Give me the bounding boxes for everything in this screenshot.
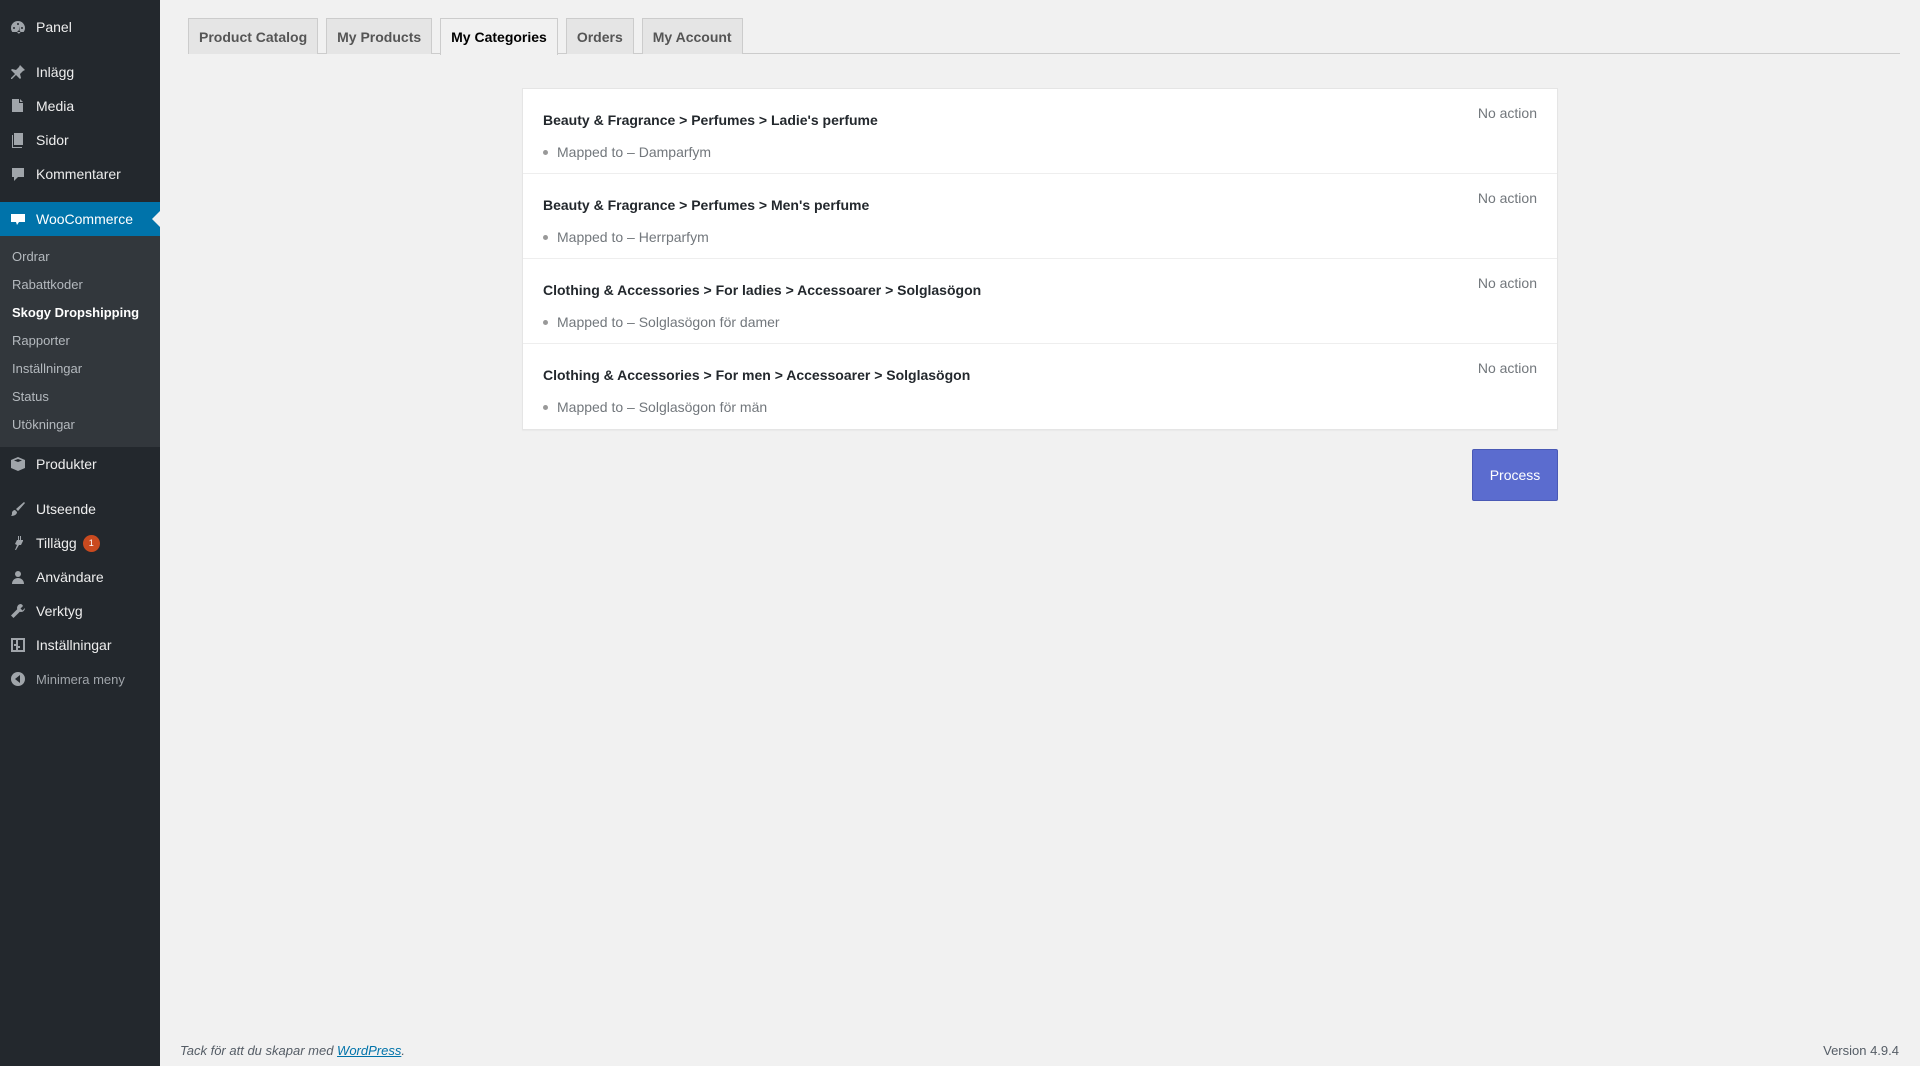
action-status: No action (1477, 275, 1537, 291)
mapped-target-label: Mapped to – Herrparfym (557, 229, 709, 245)
dashboard-icon (10, 19, 26, 35)
tab-product-catalog[interactable]: Product Catalog (188, 18, 319, 54)
submenu-item-orders[interactable]: Ordrar (0, 243, 160, 271)
mapped-target-label: Mapped to – Solglasögon för män (557, 399, 768, 415)
collapse-menu-button[interactable]: Minimera meny (0, 662, 160, 696)
mapped-target: Mapped to – Solglasögon för män (543, 399, 767, 415)
footer-version: Version 4.9.4 (1823, 1043, 1899, 1058)
tab-my-categories[interactable]: My Categories (440, 18, 558, 55)
sidebar-item-panel[interactable]: Panel (0, 10, 160, 44)
sidebar-item-label: Tillägg (36, 535, 77, 551)
mapped-target: Mapped to – Damparfym (543, 144, 711, 160)
sidebar-item-plugins[interactable]: Tillägg 1 (0, 526, 160, 560)
brush-icon (10, 501, 26, 517)
sidebar-item-tools[interactable]: Verktyg (0, 594, 160, 628)
main-content: Product Catalog My Products My Categorie… (160, 0, 1920, 1066)
sidebar-item-settings[interactable]: Inställningar (0, 628, 160, 662)
tab-my-products[interactable]: My Products (326, 18, 433, 54)
submenu-item-skogy-dropshipping[interactable]: Skogy Dropshipping (0, 299, 160, 327)
list-item: Clothing & Accessories > For men > Acces… (523, 344, 1557, 429)
sidebar-item-label: Inlägg (36, 64, 75, 80)
action-status: No action (1477, 105, 1537, 121)
sidebar-item-posts[interactable]: Inlägg (0, 55, 160, 89)
submenu-item-status[interactable]: Status (0, 383, 160, 411)
media-icon (10, 98, 26, 114)
sidebar-item-label: Produkter (36, 456, 97, 472)
sidebar-item-media[interactable]: Media (0, 89, 160, 123)
bullet-icon (543, 319, 548, 325)
sidebar-item-products[interactable]: Produkter (0, 447, 160, 481)
user-icon (10, 569, 26, 585)
category-path: Beauty & Fragrance > Perfumes > Ladie's … (543, 112, 878, 128)
sidebar-item-woocommerce[interactable]: WooCommerce (0, 202, 160, 236)
sidebar-item-appearance[interactable]: Utseende (0, 492, 160, 526)
sidebar-item-label: Media (36, 98, 75, 114)
tab-orders[interactable]: Orders (565, 18, 634, 54)
tab-my-account[interactable]: My Account (641, 18, 743, 54)
footer-thanks-text: Tack för att du skapar med (180, 1043, 338, 1058)
sidebar-item-label: Inställningar (36, 637, 112, 653)
category-path: Clothing & Accessories > For men > Acces… (543, 367, 971, 383)
action-status: No action (1477, 190, 1537, 206)
nav-tabs: Product Catalog My Products My Categorie… (188, 18, 1900, 55)
sidebar-item-label: WooCommerce (36, 211, 133, 227)
woocommerce-submenu: Ordrar Rabattkoder Skogy Dropshipping Ra… (0, 236, 160, 447)
plugin-icon (10, 535, 26, 551)
list-item: Beauty & Fragrance > Perfumes > Men's pe… (523, 174, 1557, 259)
sidebar-item-label: Verktyg (36, 603, 83, 619)
list-item: Clothing & Accessories > For ladies > Ac… (523, 259, 1557, 344)
footer-thanks-suffix: . (401, 1043, 405, 1058)
bullet-icon (543, 149, 548, 155)
sidebar-item-label: Kommentarer (36, 166, 121, 182)
category-mapping-list: Beauty & Fragrance > Perfumes > Ladie's … (522, 88, 1558, 430)
category-path: Beauty & Fragrance > Perfumes > Men's pe… (543, 197, 870, 213)
mapped-target-label: Mapped to – Damparfym (557, 144, 712, 160)
collapse-arrow-icon (10, 671, 26, 687)
bullet-icon (543, 234, 548, 240)
woo-icon (10, 211, 26, 227)
sidebar-item-label: Panel (36, 19, 72, 35)
sidebar-item-label: Sidor (36, 132, 69, 148)
action-status: No action (1477, 360, 1537, 376)
submenu-item-reports[interactable]: Rapporter (0, 327, 160, 355)
sidebar-item-comments[interactable]: Kommentarer (0, 157, 160, 191)
mapped-target: Mapped to – Solglasögon för damer (543, 314, 780, 330)
sidebar-item-label: Användare (36, 569, 104, 585)
comment-icon (10, 166, 26, 182)
pages-icon (10, 132, 26, 148)
bullet-icon (543, 404, 548, 410)
products-icon (10, 456, 26, 472)
update-count-badge: 1 (82, 534, 100, 552)
sidebar-item-pages[interactable]: Sidor (0, 123, 160, 157)
wordpress-link[interactable]: WordPress (337, 1043, 401, 1058)
submenu-item-settings[interactable]: Inställningar (0, 355, 160, 383)
sidebar-item-users[interactable]: Användare (0, 560, 160, 594)
process-button[interactable]: Process (1472, 449, 1558, 501)
settings-icon (10, 637, 26, 653)
category-path: Clothing & Accessories > For ladies > Ac… (543, 282, 982, 298)
list-item: Beauty & Fragrance > Perfumes > Ladie's … (523, 89, 1557, 174)
mapped-target: Mapped to – Herrparfym (543, 229, 709, 245)
admin-sidebar: Panel Inlägg Media Sidor Kommentarer Woo… (0, 0, 160, 1066)
sidebar-item-label: Utseende (36, 501, 96, 517)
collapse-menu-label: Minimera meny (36, 671, 125, 687)
mapped-target-label: Mapped to – Solglasögon för damer (557, 314, 780, 330)
submenu-item-extensions[interactable]: Utökningar (0, 411, 160, 439)
footer-thanks: Tack för att du skapar med WordPress. (180, 1043, 405, 1058)
wrench-icon (10, 603, 26, 619)
submenu-item-coupons[interactable]: Rabattkoder (0, 271, 160, 299)
pin-icon (10, 64, 26, 80)
